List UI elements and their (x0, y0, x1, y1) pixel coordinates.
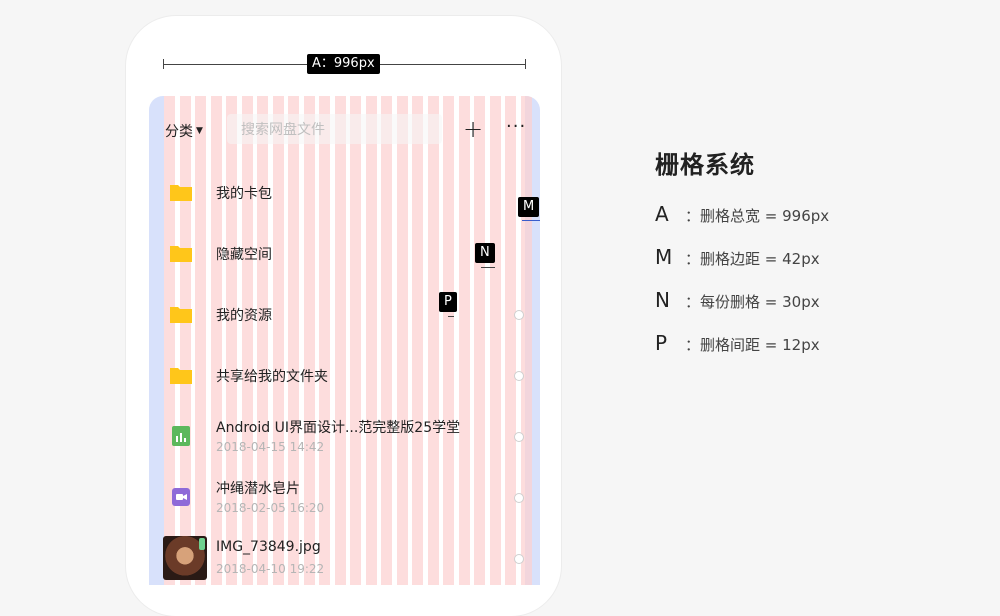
file-list-item[interactable]: 我的卡包 (149, 162, 540, 223)
file-list-item[interactable]: 我的资源 (149, 284, 540, 345)
column-marker-line (481, 267, 495, 268)
total-width-label: A：996px (307, 54, 380, 74)
search-input[interactable] (239, 114, 433, 146)
file-name: 我的卡包 (216, 186, 272, 202)
add-button[interactable]: + (463, 117, 483, 141)
folder-icon (169, 180, 193, 204)
folder-icon (169, 302, 193, 326)
select-radio[interactable] (514, 310, 524, 320)
spec-title: 栅格系统 (655, 151, 755, 179)
file-name: 隐藏空间 (216, 247, 272, 263)
more-menu-button[interactable]: ··· (506, 116, 526, 137)
spec-key: A (655, 202, 669, 226)
spec-item: M ：删格边距 = 42px (655, 245, 829, 288)
spec-item: P ：删格间距 = 12px (655, 331, 829, 374)
spec-value: ：每份删格 = 30px (685, 293, 820, 311)
file-list-item[interactable]: IMG_73849.jpg 2018-04-10 19:22 (149, 528, 540, 585)
file-datetime: 2018-04-10 19:22 (216, 562, 325, 576)
file-name: 我的资源 (216, 308, 272, 324)
search-box[interactable] (227, 114, 442, 146)
select-radio[interactable] (514, 493, 524, 503)
select-radio[interactable] (514, 371, 524, 381)
select-radio[interactable] (514, 432, 524, 442)
file-name: IMG_73849.jpg (216, 539, 321, 555)
spec-key: P (655, 331, 668, 355)
spec-value: ：删格总宽 = 996px (685, 207, 830, 225)
gutter-marker-label: P (439, 292, 457, 312)
file-list: 我的卡包隐藏空间我的资源共享给我的文件夹 Android UI界面设计...范完整… (149, 162, 540, 585)
top-bar: 分类 ▼ + ··· (149, 96, 540, 162)
file-name: Android UI界面设计...范完整版25学堂 (216, 420, 461, 436)
spreadsheet-icon (169, 424, 193, 448)
grid-spec-panel: 栅格系统 A ：删格总宽 = 996px M ：删格边距 = 42px N ：每份删格 =… (655, 145, 829, 374)
spec-key: M (655, 245, 673, 269)
video-icon (169, 485, 193, 509)
app-screen: 分类 ▼ + ··· 我的卡包隐藏空间我的资源共享给我的文件夹 Android U… (149, 96, 540, 585)
margin-marker-line (522, 220, 540, 221)
file-list-item[interactable]: Android UI界面设计...范完整版25学堂 2018-04-15 14:4… (149, 406, 540, 467)
folder-icon (169, 241, 193, 265)
spec-value: ：删格间距 = 12px (685, 336, 820, 354)
caret-down-icon: ▼ (196, 126, 203, 136)
spec-value: ：删格边距 = 42px (685, 250, 820, 268)
category-dropdown[interactable]: 分类 ▼ (165, 121, 203, 141)
select-radio[interactable] (514, 554, 524, 564)
file-datetime: 2018-04-15 14:42 (216, 440, 325, 454)
column-marker-label: N (475, 243, 495, 263)
folder-icon (169, 363, 193, 387)
file-list-item[interactable]: 共享给我的文件夹 (149, 345, 540, 406)
category-label: 分类 (165, 124, 193, 140)
spec-item: N ：每份删格 = 30px (655, 288, 829, 331)
margin-marker-label: M (518, 197, 540, 217)
file-datetime: 2018-02-05 16:20 (216, 501, 325, 515)
file-name: 冲绳潜水皂片 (216, 481, 300, 497)
spec-item: A ：删格总宽 = 996px (655, 202, 829, 245)
file-list-item[interactable]: 冲绳潜水皂片 2018-02-05 16:20 (149, 467, 540, 528)
gutter-marker-line (448, 316, 454, 317)
spec-key: N (655, 288, 670, 312)
file-name: 共享给我的文件夹 (216, 369, 328, 385)
image-thumbnail (163, 536, 207, 580)
